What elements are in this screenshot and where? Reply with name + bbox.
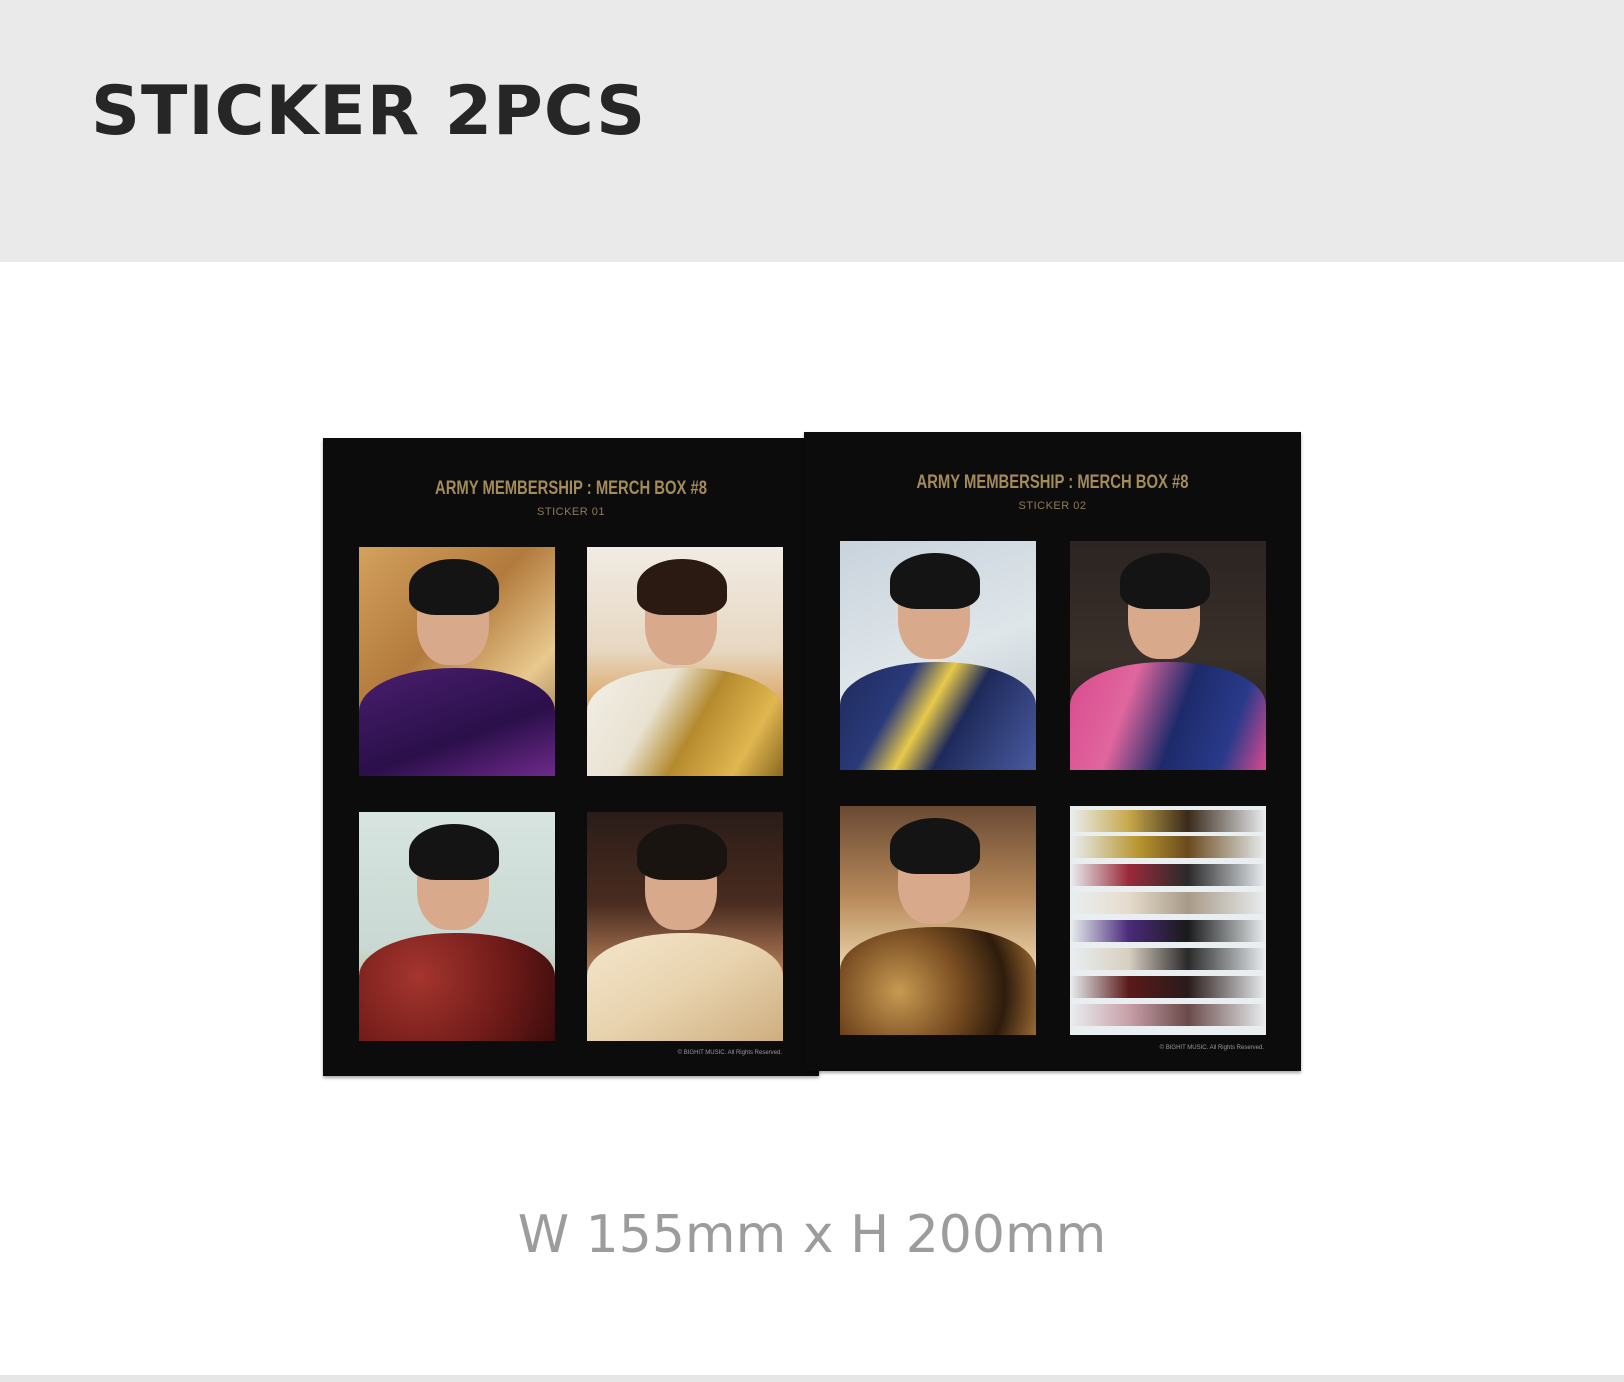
sticker-sheet-02: ARMY MEMBERSHIP : MERCH BOX #8 STICKER 0… (804, 432, 1301, 1071)
sticker-photo (359, 812, 555, 1041)
sheet-subtitle: STICKER 02 (1018, 500, 1087, 512)
sticker-photo (587, 547, 783, 776)
copyright-text: © BIGHIT MUSIC. All Rights Reserved. (677, 1050, 782, 1056)
sheet-title: ARMY MEMBERSHIP : MERCH BOX #8 (434, 478, 708, 499)
sticker-photo (840, 541, 1036, 770)
sticker-photo (1070, 806, 1266, 1035)
sticker-photo (587, 812, 783, 1041)
header-band: STICKER 2PCS (0, 0, 1624, 262)
section-title: STICKER 2PCS (91, 72, 647, 151)
sticker-photo (1070, 541, 1266, 770)
sheet-subtitle: STICKER 01 (537, 506, 605, 518)
bottom-divider (0, 1375, 1624, 1382)
dimensions-text: W 155mm x H 200mm (517, 1205, 1107, 1265)
sticker-photo (840, 806, 1036, 1035)
sheet-title: ARMY MEMBERSHIP : MERCH BOX #8 (916, 472, 1189, 493)
copyright-text: © BIGHIT MUSIC. All Rights Reserved. (1159, 1045, 1264, 1051)
sticker-sheet-01: ARMY MEMBERSHIP : MERCH BOX #8 STICKER 0… (323, 438, 819, 1076)
sticker-photo (359, 547, 555, 776)
